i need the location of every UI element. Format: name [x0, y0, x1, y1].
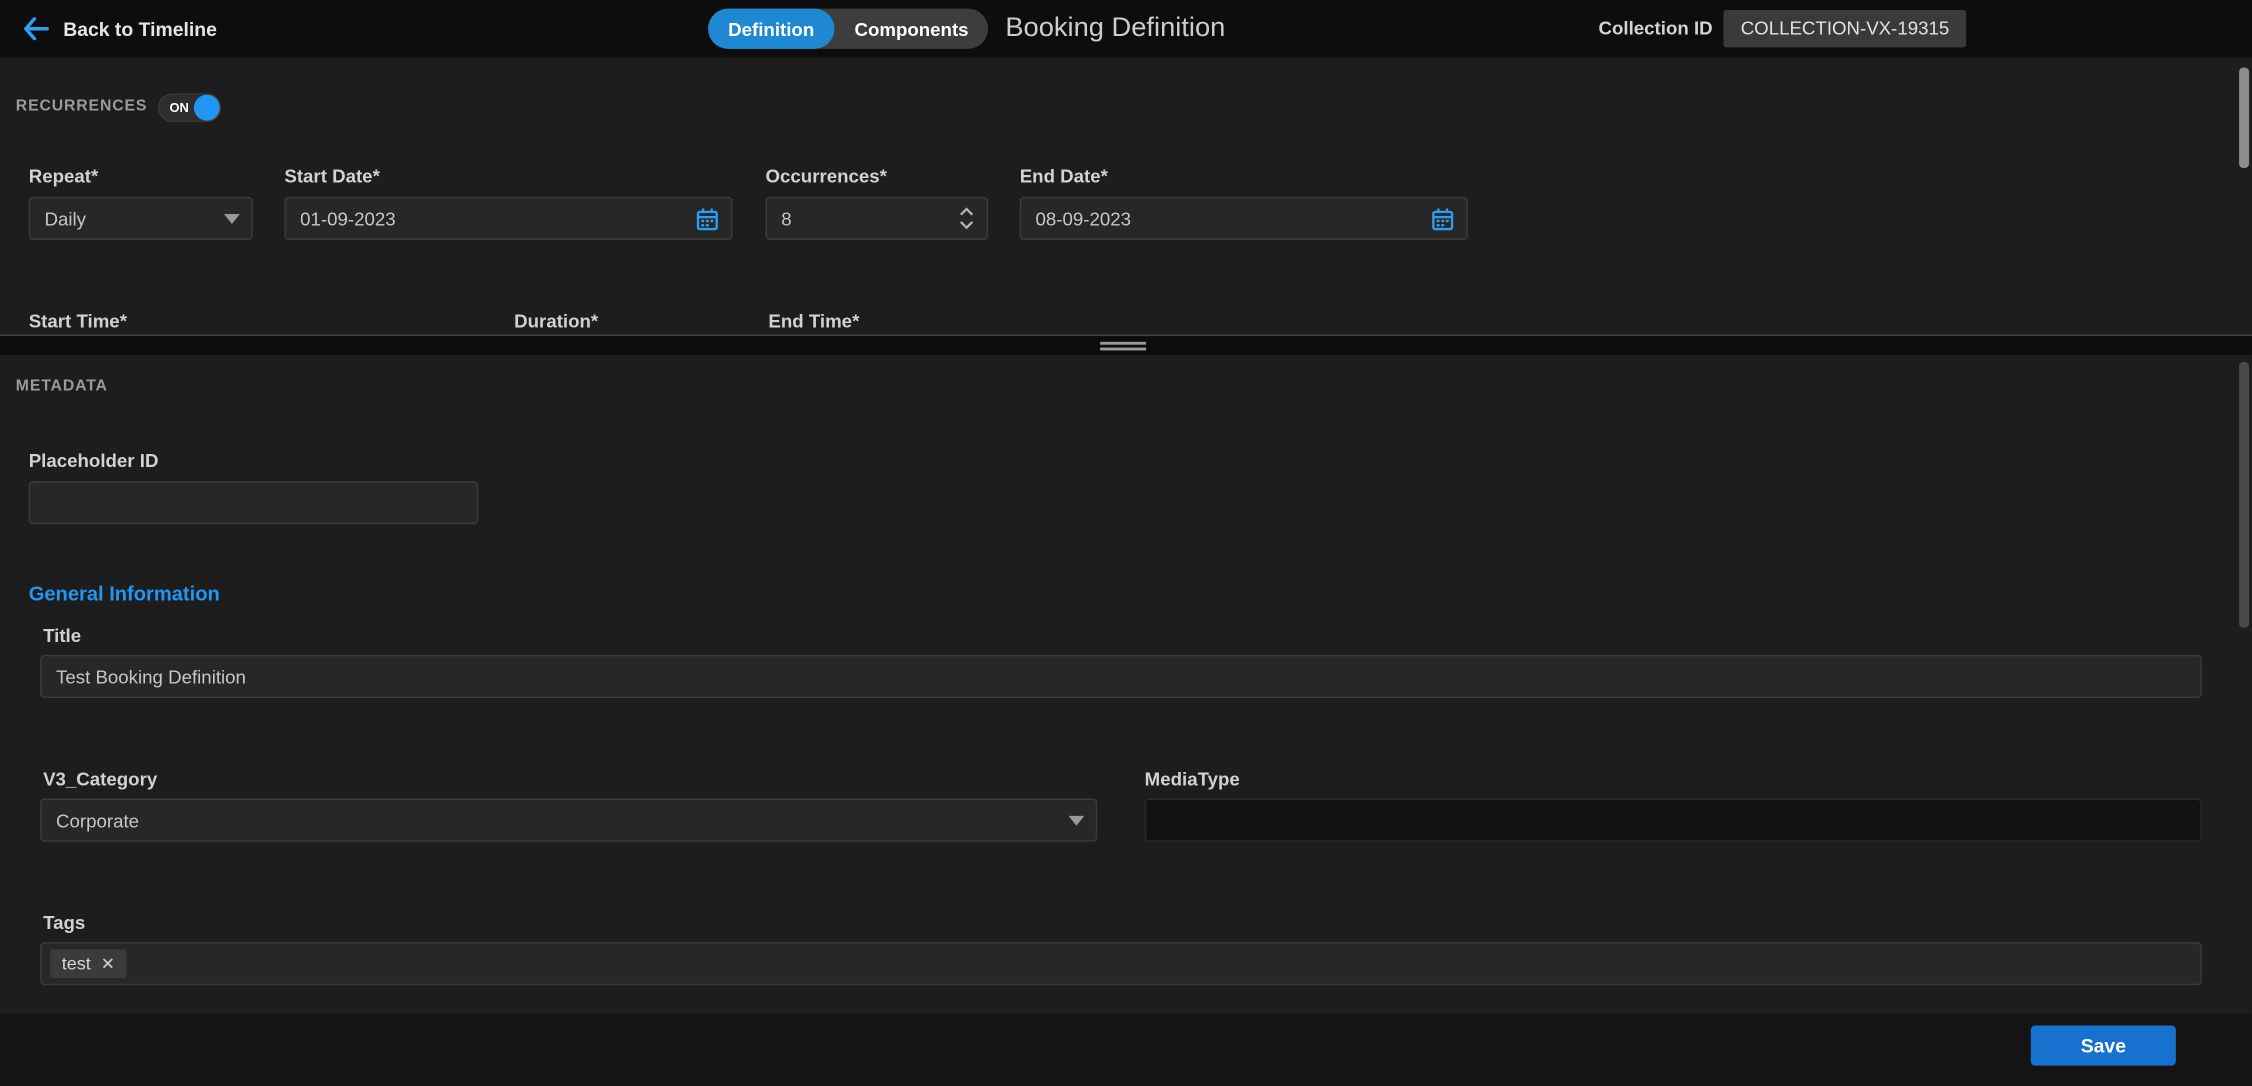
- media-type-input[interactable]: [1145, 799, 2202, 842]
- repeat-value: Daily: [45, 208, 87, 230]
- start-date-field: [284, 197, 732, 240]
- v3-category-label: V3_Category: [43, 768, 157, 790]
- footer-bar: Save: [0, 1014, 2252, 1086]
- start-date-input[interactable]: [300, 208, 695, 230]
- v3-category-value: Corporate: [56, 809, 139, 831]
- title-label: Title: [43, 625, 81, 647]
- definition-components-switch: Definition Components: [708, 9, 989, 49]
- duration-label: Duration*: [514, 310, 598, 332]
- repeat-label: Repeat*: [29, 165, 99, 187]
- recurrences-toggle[interactable]: ON: [158, 93, 221, 122]
- topbar: Back to Timeline Definition Components B…: [0, 0, 2252, 59]
- back-label: Back to Timeline: [63, 18, 217, 40]
- placeholder-id-label: Placeholder ID: [29, 450, 159, 472]
- tags-label: Tags: [43, 912, 85, 934]
- remove-tag-icon[interactable]: ✕: [101, 955, 115, 972]
- splitter-drag-handle-icon[interactable]: [1100, 342, 1146, 353]
- recurrences-panel: RECURRENCES ON Repeat* Start Date* Occur…: [0, 57, 2252, 334]
- end-date-field: [1020, 197, 1468, 240]
- tab-components[interactable]: Components: [834, 9, 988, 49]
- toggle-knob: [194, 95, 220, 121]
- toggle-on-label: ON: [169, 101, 188, 115]
- media-type-label: MediaType: [1145, 768, 1240, 790]
- end-date-input[interactable]: [1036, 208, 1431, 230]
- placeholder-id-input[interactable]: [29, 481, 479, 524]
- v3-category-select[interactable]: Corporate: [40, 799, 1097, 842]
- back-arrow-icon: [23, 17, 49, 40]
- collection-id-label: Collection ID: [1599, 0, 1713, 57]
- back-to-timeline-button[interactable]: Back to Timeline: [23, 0, 217, 57]
- collection-id-value: COLLECTION-VX-19315: [1723, 10, 1966, 47]
- tag-chip: test ✕: [50, 949, 126, 978]
- panel-splitter[interactable]: [0, 335, 2252, 357]
- tag-chip-label: test: [62, 954, 91, 974]
- save-button[interactable]: Save: [2031, 1025, 2176, 1065]
- start-time-label: Start Time*: [29, 310, 127, 332]
- page-title: Booking Definition: [1005, 0, 1225, 57]
- scrollbar-thumb-metadata[interactable]: [2239, 362, 2249, 628]
- calendar-icon[interactable]: [1430, 206, 1454, 230]
- title-input[interactable]: [40, 655, 2202, 698]
- end-date-label: End Date*: [1020, 165, 1108, 187]
- occurrences-input[interactable]: [781, 208, 958, 230]
- tab-definition[interactable]: Definition: [708, 9, 834, 49]
- occurrences-field: [766, 197, 989, 240]
- tags-input[interactable]: test ✕: [40, 942, 2202, 985]
- occurrences-label: Occurrences*: [766, 165, 887, 187]
- metadata-section-label: METADATA: [16, 378, 108, 395]
- recurrences-section-label: RECURRENCES: [16, 98, 148, 115]
- spinner-up-down-icon[interactable]: [958, 205, 975, 231]
- calendar-icon[interactable]: [695, 206, 719, 230]
- general-information-heading: General Information: [29, 582, 220, 605]
- repeat-select[interactable]: Daily: [29, 197, 253, 240]
- chevron-down-icon: [1069, 815, 1085, 825]
- booking-definition-screen: Back to Timeline Definition Components B…: [0, 0, 2252, 1086]
- end-time-label: End Time*: [768, 310, 859, 332]
- metadata-panel: METADATA Placeholder ID General Informat…: [0, 355, 2252, 1014]
- start-date-label: Start Date*: [284, 165, 379, 187]
- scrollbar-thumb-recurrences[interactable]: [2239, 68, 2249, 169]
- chevron-down-icon: [224, 213, 240, 223]
